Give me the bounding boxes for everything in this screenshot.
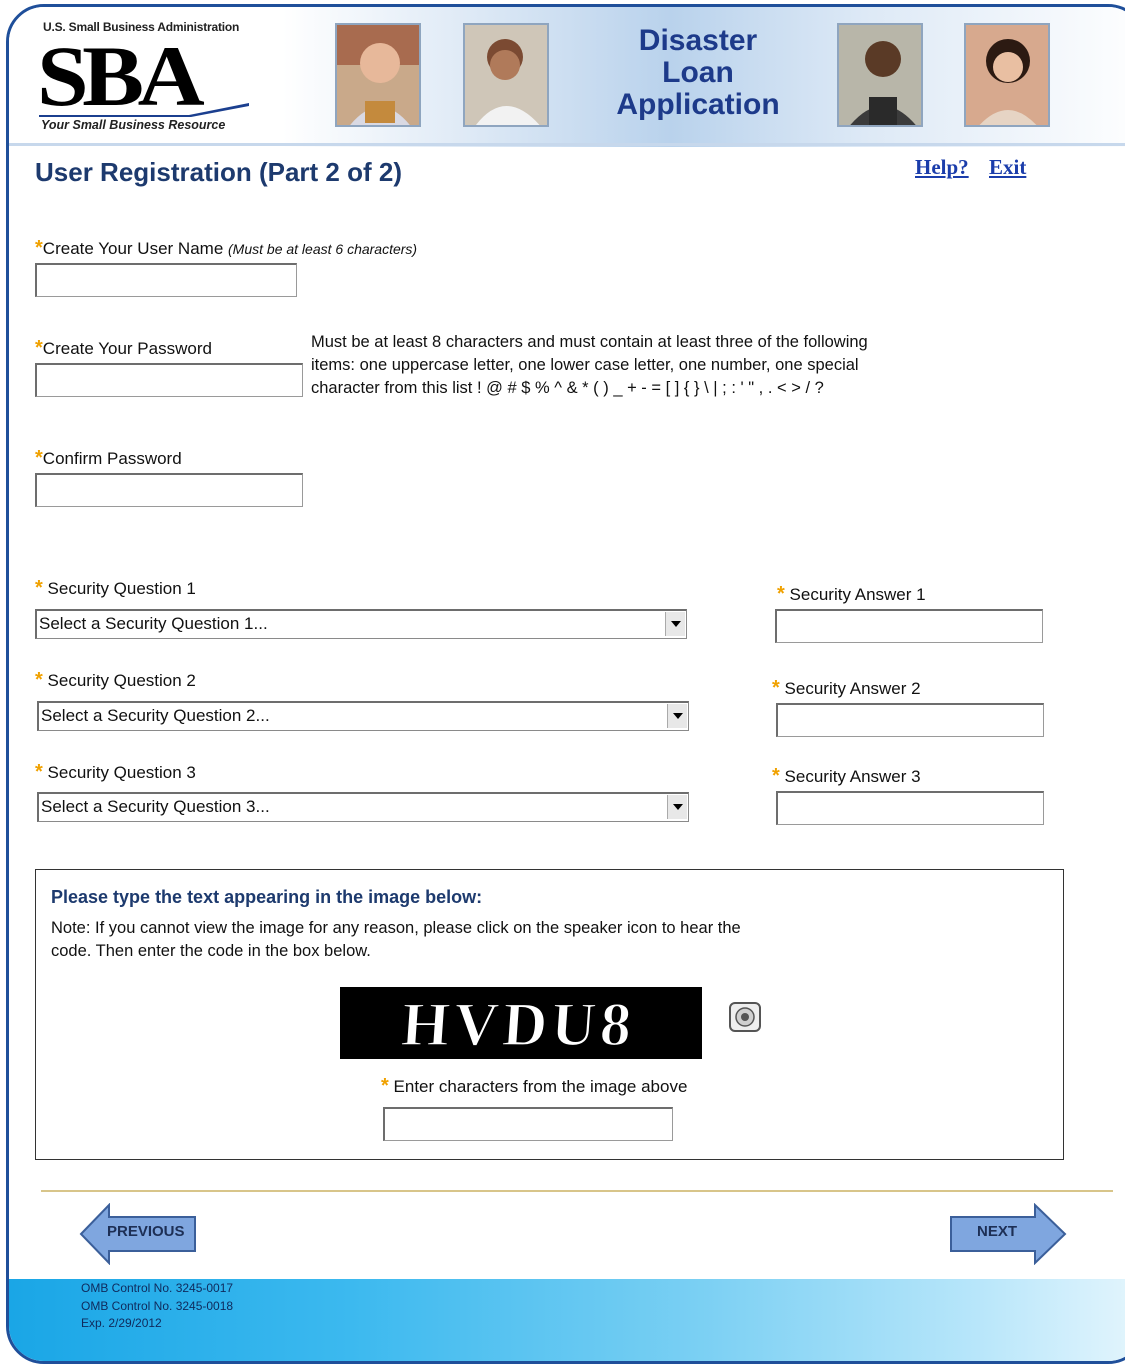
- help-link[interactable]: Help?: [915, 155, 969, 180]
- security-answer-3-label: * Security Answer 3: [772, 765, 921, 787]
- logo-swoosh-icon: [39, 103, 249, 117]
- app-title: Disaster Loan Application: [605, 25, 791, 121]
- security-question-2-label: * Security Question 2: [35, 669, 196, 691]
- captcha-heading: Please type the text appearing in the im…: [51, 887, 483, 907]
- security-question-1-label: * Security Question 1: [35, 577, 196, 599]
- photo-man-smiling: [335, 23, 421, 127]
- required-marker: *: [35, 337, 43, 359]
- next-button[interactable]: NEXT: [949, 1202, 1067, 1266]
- security-question-1-select[interactable]: Select a Security Question 1...: [35, 609, 687, 639]
- captcha-code-text: HVDU8: [399, 991, 637, 1059]
- captcha-input[interactable]: [383, 1107, 673, 1141]
- security-answer-2-label: * Security Answer 2: [772, 677, 921, 699]
- password-label: *Create Your Password: [35, 337, 212, 359]
- required-marker: *: [777, 583, 785, 605]
- required-marker: *: [772, 765, 780, 787]
- next-label: NEXT: [977, 1223, 1018, 1240]
- username-label: *Create Your User Name (Must be at least…: [35, 237, 418, 259]
- page-title: User Registration (Part 2 of 2): [35, 157, 402, 187]
- security-answer-2-input[interactable]: [776, 703, 1044, 737]
- app-title-line-3: Application: [616, 88, 780, 121]
- app-title-line-1: Disaster: [638, 24, 758, 57]
- security-answer-1-input[interactable]: [775, 609, 1043, 643]
- captcha-note: Note: If you cannot view the image for a…: [51, 919, 741, 960]
- dropdown-arrow-icon[interactable]: [667, 704, 687, 728]
- app-title-line-2: Loan: [662, 56, 734, 89]
- required-marker: *: [35, 577, 43, 599]
- required-marker: *: [35, 447, 43, 469]
- section-divider: [41, 1190, 1113, 1192]
- confirm-password-label: *Confirm Password: [35, 447, 182, 469]
- security-question-3-label: * Security Question 3: [35, 761, 196, 783]
- previous-label: PREVIOUS: [107, 1223, 185, 1240]
- password-input[interactable]: [35, 363, 303, 397]
- captcha-image: HVDU8: [340, 987, 702, 1060]
- photo-woman-baker: [463, 23, 549, 127]
- confirm-password-input[interactable]: [35, 473, 303, 507]
- required-marker: *: [381, 1075, 389, 1097]
- required-marker: *: [35, 761, 43, 783]
- security-answer-3-input[interactable]: [776, 791, 1044, 825]
- security-question-3-select[interactable]: Select a Security Question 3...: [37, 792, 689, 822]
- required-marker: *: [772, 677, 780, 699]
- dropdown-arrow-icon[interactable]: [667, 795, 687, 819]
- username-input[interactable]: [35, 263, 297, 297]
- photo-man-apron: [837, 23, 923, 127]
- omb-control-info: OMB Control No. 3245-0017 OMB Control No…: [81, 1281, 234, 1330]
- logo-tagline: Your Small Business Resource: [41, 118, 226, 132]
- dropdown-arrow-icon[interactable]: [665, 612, 685, 636]
- required-marker: *: [35, 669, 43, 691]
- required-marker: *: [35, 237, 43, 259]
- exit-link[interactable]: Exit: [989, 155, 1026, 180]
- speaker-icon[interactable]: [729, 1002, 761, 1032]
- security-answer-1-label: * Security Answer 1: [777, 583, 926, 605]
- security-question-2-select[interactable]: Select a Security Question 2...: [37, 701, 689, 731]
- password-requirements: Must be at least 8 characters and must c…: [311, 333, 868, 397]
- previous-button[interactable]: PREVIOUS: [79, 1202, 199, 1266]
- username-hint: (Must be at least 6 characters): [228, 241, 418, 257]
- photo-woman-smiling: [964, 23, 1050, 127]
- header-divider: [9, 143, 1125, 146]
- page-frame: U.S. Small Business Administration SBA Y…: [6, 4, 1125, 1364]
- captcha-input-label: * Enter characters from the image above: [381, 1075, 688, 1097]
